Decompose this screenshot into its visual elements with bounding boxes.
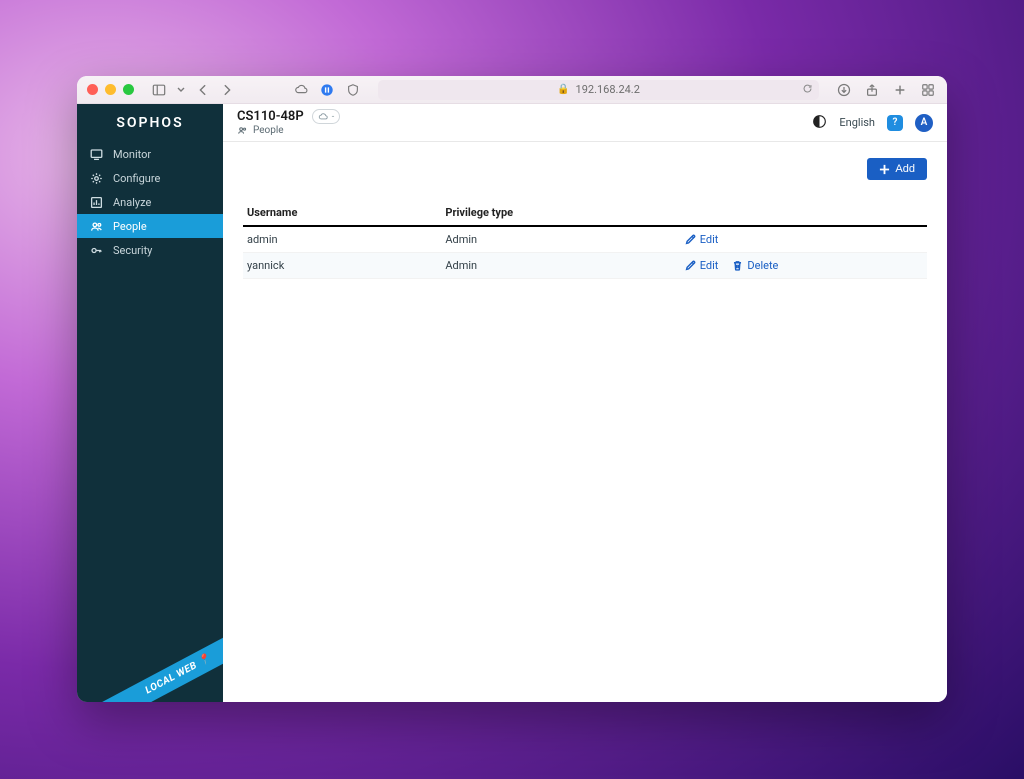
delete-label: Delete (747, 259, 778, 272)
delete-user-button[interactable]: Delete (732, 259, 778, 272)
share-button[interactable] (863, 81, 881, 99)
sidebar-nav: Monitor Configure Analyze People Securit… (77, 142, 223, 262)
content-area: Add Username Privilege type admin (223, 142, 947, 702)
cell-privilege: Admin (441, 226, 680, 253)
sidebar-item-people[interactable]: People (77, 214, 223, 238)
device-name: CS110-48P (237, 109, 304, 124)
theme-toggle-button[interactable] (812, 114, 827, 132)
people-icon (237, 125, 248, 136)
sidebar-item-label: Security (113, 244, 152, 257)
cloud-tabs-button[interactable] (292, 81, 310, 99)
table-row: yannick Admin Edit (243, 253, 927, 279)
back-button[interactable] (194, 81, 212, 99)
key-icon (89, 243, 103, 257)
new-tab-button[interactable] (891, 81, 909, 99)
window-controls (87, 84, 134, 95)
forward-button[interactable] (218, 81, 236, 99)
local-web-ribbon: LOCAL WEB 📍 (102, 627, 223, 702)
lock-icon: 🔒 (557, 84, 569, 95)
privacy-report-button[interactable] (344, 81, 362, 99)
main-panel: CS110-48P - People Engli (223, 104, 947, 702)
sidebar: SOPHOS Monitor Configure Analyze People (77, 104, 223, 702)
browser-toolbar: 🔒 192.168.24.2 (77, 76, 947, 104)
trash-icon (732, 260, 743, 271)
browser-window: 🔒 192.168.24.2 SOPHOS (77, 76, 947, 702)
sidebar-item-label: People (113, 220, 147, 233)
close-window-button[interactable] (87, 84, 98, 95)
avatar[interactable]: A (915, 114, 933, 132)
plus-icon (879, 164, 890, 175)
downloads-button[interactable] (835, 81, 853, 99)
help-button[interactable]: ? (887, 115, 903, 131)
add-button[interactable]: Add (867, 158, 927, 180)
topbar: CS110-48P - People Engli (223, 104, 947, 142)
address-text: 192.168.24.2 (576, 83, 640, 96)
users-table: Username Privilege type admin Admin (243, 200, 927, 279)
edit-icon (685, 234, 696, 245)
monitor-icon (89, 147, 103, 161)
cell-username: admin (243, 226, 441, 253)
app-frame: SOPHOS Monitor Configure Analyze People (77, 104, 947, 702)
sidebar-toggle-button[interactable] (150, 81, 168, 99)
cell-username: yannick (243, 253, 441, 279)
cloud-icon (318, 112, 328, 122)
col-privilege: Privilege type (441, 200, 680, 226)
breadcrumb-label: People (253, 125, 284, 136)
sidebar-item-monitor[interactable]: Monitor (77, 142, 223, 166)
extension-pause-button[interactable] (318, 81, 336, 99)
gear-icon (89, 171, 103, 185)
language-selector[interactable]: English (839, 116, 875, 129)
edit-icon (685, 260, 696, 271)
sidebar-item-security[interactable]: Security (77, 238, 223, 262)
col-username: Username (243, 200, 441, 226)
edit-user-button[interactable]: Edit (685, 233, 719, 246)
edit-label: Edit (700, 259, 719, 272)
edit-label: Edit (700, 233, 719, 246)
cloud-status-pill[interactable]: - (312, 109, 341, 124)
people-icon (89, 219, 103, 233)
chart-icon (89, 195, 103, 209)
reload-button[interactable] (802, 83, 813, 97)
add-button-label: Add (895, 163, 915, 175)
sidebar-item-label: Configure (113, 172, 160, 185)
tab-overview-button[interactable] (919, 81, 937, 99)
minimize-window-button[interactable] (105, 84, 116, 95)
address-bar[interactable]: 🔒 192.168.24.2 (378, 80, 819, 100)
brand-logo: SOPHOS (77, 104, 223, 142)
zoom-window-button[interactable] (123, 84, 134, 95)
breadcrumb: People (237, 125, 340, 136)
sidebar-item-configure[interactable]: Configure (77, 166, 223, 190)
edit-user-button[interactable]: Edit (685, 259, 719, 272)
cell-privilege: Admin (441, 253, 680, 279)
content-toolbar: Add (243, 158, 927, 180)
cloud-status-text: - (332, 112, 335, 122)
tab-dropdown-button[interactable] (176, 81, 186, 99)
col-actions (681, 200, 927, 226)
sidebar-item-label: Monitor (113, 148, 151, 161)
table-row: admin Admin Edit (243, 226, 927, 253)
sidebar-item-analyze[interactable]: Analyze (77, 190, 223, 214)
sidebar-item-label: Analyze (113, 196, 151, 209)
